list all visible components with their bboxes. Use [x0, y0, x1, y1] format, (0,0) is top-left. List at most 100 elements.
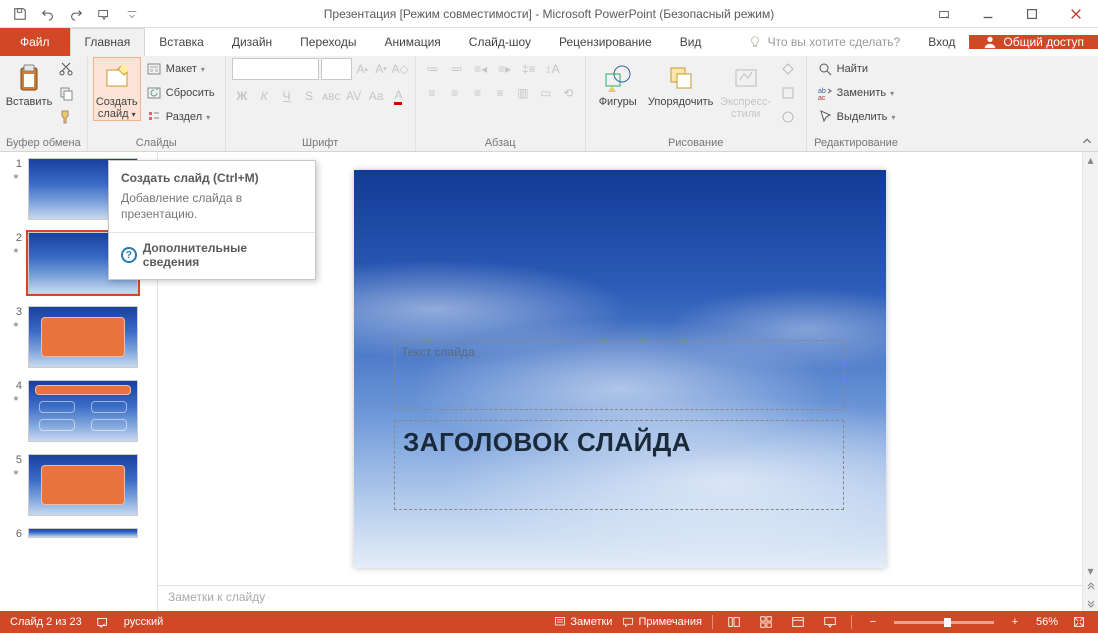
- comments-toggle[interactable]: Примечания: [622, 616, 702, 628]
- slide-canvas[interactable]: Текст слайда ЗАГОЛОВОК СЛАЙДА: [354, 170, 886, 568]
- font-size-combo[interactable]: [321, 58, 352, 80]
- collapse-ribbon-icon[interactable]: [1080, 134, 1094, 148]
- font-name-combo[interactable]: [232, 58, 319, 80]
- tab-insert[interactable]: Вставка: [145, 28, 218, 56]
- notes-pane[interactable]: Заметки к слайду: [158, 585, 1082, 611]
- tab-home[interactable]: Главная: [70, 28, 146, 56]
- decrease-indent-icon[interactable]: ≡◂: [470, 58, 492, 80]
- font-color-icon[interactable]: A: [388, 85, 408, 107]
- slideshow-view-icon[interactable]: [819, 611, 841, 633]
- shape-effects-button[interactable]: [776, 106, 800, 128]
- save-icon[interactable]: [8, 2, 32, 26]
- qat-customize-icon[interactable]: [120, 2, 144, 26]
- zoom-slider[interactable]: [894, 621, 994, 624]
- columns-icon[interactable]: ▥: [513, 82, 534, 104]
- justify-icon[interactable]: ≡: [490, 82, 511, 104]
- tab-animations[interactable]: Анимация: [370, 28, 454, 56]
- thumb-row-6[interactable]: 6: [0, 522, 157, 546]
- thumb-5[interactable]: [28, 454, 138, 516]
- thumb-4[interactable]: [28, 380, 138, 442]
- vertical-scrollbar[interactable]: ▴ ▾: [1082, 152, 1098, 611]
- cut-button[interactable]: [54, 58, 78, 80]
- quick-styles-button[interactable]: Экспресс-стили: [718, 58, 774, 120]
- bullets-icon[interactable]: ≔: [422, 58, 444, 80]
- minimize-button[interactable]: [966, 0, 1010, 28]
- paste-button[interactable]: Вставить: [6, 58, 52, 108]
- thumb-row-3[interactable]: 3★: [0, 300, 157, 374]
- tab-view[interactable]: Вид: [666, 28, 716, 56]
- sign-in-link[interactable]: Вход: [914, 35, 969, 49]
- tell-me-search[interactable]: Что вы хотите сделать?: [734, 35, 915, 49]
- char-spacing-icon[interactable]: AV: [344, 85, 364, 107]
- smartart-icon[interactable]: ⟲: [558, 82, 579, 104]
- increase-font-icon[interactable]: A▴: [354, 58, 371, 80]
- shadow-icon[interactable]: ᴀʙᴄ: [321, 85, 341, 107]
- decrease-font-icon[interactable]: A▾: [373, 58, 390, 80]
- text-direction-icon[interactable]: ↕A: [542, 58, 564, 80]
- next-slide-icon[interactable]: [1083, 595, 1098, 611]
- prev-slide-icon[interactable]: [1083, 579, 1098, 595]
- maximize-button[interactable]: [1010, 0, 1054, 28]
- zoom-level[interactable]: 56%: [1036, 616, 1058, 628]
- shapes-button[interactable]: Фигуры: [592, 58, 644, 108]
- font-group-label: Шрифт: [232, 135, 409, 151]
- thumb-6[interactable]: [28, 528, 138, 538]
- copy-button[interactable]: [54, 82, 78, 104]
- numbering-icon[interactable]: ≕: [446, 58, 468, 80]
- find-button[interactable]: Найти: [813, 58, 900, 80]
- increase-indent-icon[interactable]: ≡▸: [494, 58, 516, 80]
- format-painter-button[interactable]: [54, 106, 78, 128]
- normal-view-icon[interactable]: [723, 611, 745, 633]
- share-button[interactable]: Общий доступ: [969, 35, 1098, 49]
- clear-formatting-icon[interactable]: A◇: [391, 58, 408, 80]
- zoom-in-icon[interactable]: +: [1004, 611, 1026, 633]
- replace-button[interactable]: abacЗаменить ▾: [813, 82, 900, 104]
- redo-icon[interactable]: [64, 2, 88, 26]
- scroll-down-icon[interactable]: ▾: [1083, 563, 1098, 579]
- tab-slideshow[interactable]: Слайд-шоу: [455, 28, 545, 56]
- underline-icon[interactable]: Ч: [276, 85, 296, 107]
- reading-view-icon[interactable]: [787, 611, 809, 633]
- title-placeholder[interactable]: ЗАГОЛОВОК СЛАЙДА: [394, 420, 844, 510]
- line-spacing-icon[interactable]: ‡≡: [518, 58, 540, 80]
- align-text-icon[interactable]: ▭: [535, 82, 556, 104]
- tab-file[interactable]: Файл: [0, 28, 70, 56]
- spell-check-icon[interactable]: [96, 615, 110, 629]
- bold-icon[interactable]: Ж: [232, 85, 252, 107]
- window-title: Презентация [Режим совместимости] - Micr…: [324, 7, 774, 21]
- align-center-icon[interactable]: ≡: [444, 82, 465, 104]
- new-slide-button[interactable]: Создатьслайд ▾: [94, 58, 140, 120]
- scroll-up-icon[interactable]: ▴: [1083, 152, 1098, 168]
- language-indicator[interactable]: русский: [124, 616, 163, 628]
- layout-button[interactable]: Макет ▾: [142, 58, 219, 80]
- close-button[interactable]: [1054, 0, 1098, 28]
- tab-transitions[interactable]: Переходы: [286, 28, 370, 56]
- notes-toggle[interactable]: Заметки: [554, 616, 612, 628]
- ribbon-options-icon[interactable]: [922, 0, 966, 28]
- tab-design[interactable]: Дизайн: [218, 28, 286, 56]
- thumb-row-5[interactable]: 5★: [0, 448, 157, 522]
- strike-icon[interactable]: S: [299, 85, 319, 107]
- change-case-icon[interactable]: Aa: [366, 85, 386, 107]
- shape-fill-button[interactable]: [776, 58, 800, 80]
- thumb-3[interactable]: [28, 306, 138, 368]
- slide-sorter-view-icon[interactable]: [755, 611, 777, 633]
- slide-counter[interactable]: Слайд 2 из 23: [10, 616, 82, 628]
- align-left-icon[interactable]: ≡: [422, 82, 443, 104]
- fit-to-window-icon[interactable]: [1068, 611, 1090, 633]
- scroll-track[interactable]: [1083, 168, 1098, 563]
- start-from-beginning-icon[interactable]: [92, 2, 116, 26]
- thumb-row-4[interactable]: 4★: [0, 374, 157, 448]
- section-button[interactable]: Раздел ▾: [142, 106, 219, 128]
- arrange-button[interactable]: Упорядочить: [646, 58, 716, 108]
- tooltip-help-link[interactable]: ? Дополнительные сведения: [121, 241, 303, 269]
- tab-review[interactable]: Рецензирование: [545, 28, 666, 56]
- content-placeholder[interactable]: Текст слайда: [394, 340, 844, 410]
- zoom-out-icon[interactable]: −: [862, 611, 884, 633]
- reset-button[interactable]: Сбросить: [142, 82, 219, 104]
- align-right-icon[interactable]: ≡: [467, 82, 488, 104]
- italic-icon[interactable]: К: [254, 85, 274, 107]
- select-button[interactable]: Выделить ▾: [813, 106, 900, 128]
- shape-outline-button[interactable]: [776, 82, 800, 104]
- undo-icon[interactable]: [36, 2, 60, 26]
